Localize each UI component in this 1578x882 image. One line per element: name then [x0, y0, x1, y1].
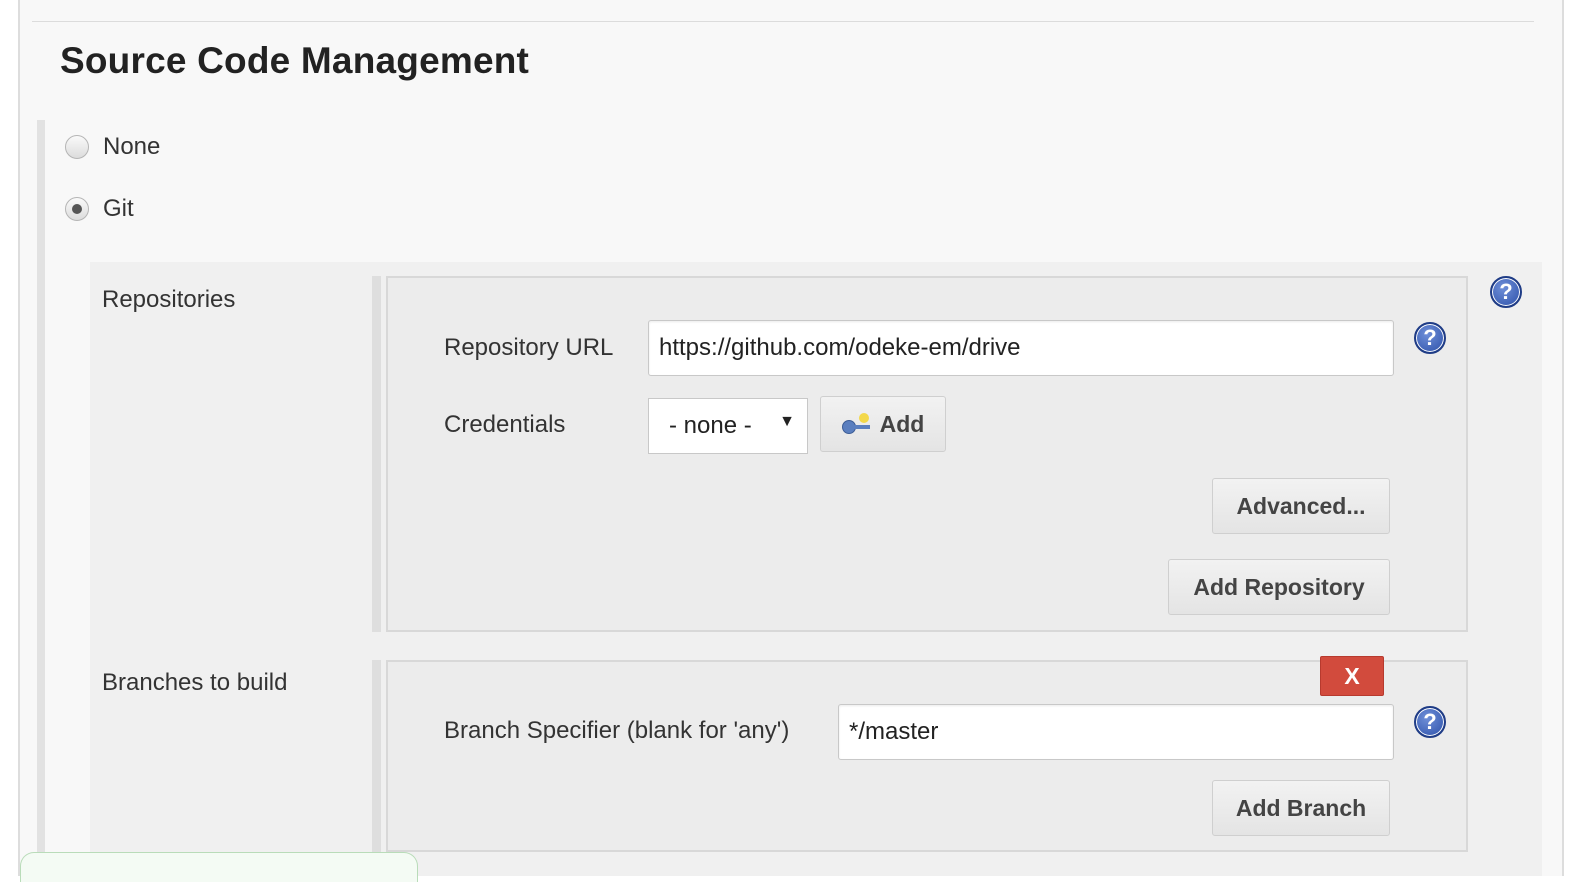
branches-to-build-label: Branches to build — [102, 669, 288, 696]
git-radio-label: Git — [103, 195, 134, 222]
add-repository-button[interactable]: Add Repository — [1168, 559, 1390, 615]
bottom-tab-edge — [20, 852, 418, 882]
repository-url-help-icon[interactable]: ? — [1414, 322, 1446, 354]
scm-option-none[interactable]: None — [65, 130, 160, 164]
add-credentials-button[interactable]: Add — [820, 396, 946, 452]
delete-branch-button[interactable]: X — [1320, 656, 1384, 696]
repository-entry: Repository URL ? Credentials - none - ▼ … — [386, 276, 1468, 632]
scm-nest-bar — [37, 120, 45, 876]
credentials-select[interactable]: - none - ▼ — [648, 398, 808, 454]
caret-down-icon: ▼ — [779, 413, 795, 430]
add-branch-button[interactable]: Add Branch — [1212, 780, 1390, 836]
branch-specifier-help-icon[interactable]: ? — [1414, 706, 1446, 738]
repository-url-input[interactable] — [648, 320, 1394, 376]
repositories-help-icon[interactable]: ? — [1490, 276, 1522, 308]
repositories-group-bar — [372, 276, 381, 632]
none-radio[interactable] — [65, 135, 89, 159]
branches-group-bar — [372, 660, 381, 852]
branch-entry: X Branch Specifier (blank for 'any') ? A… — [386, 656, 1468, 852]
branch-specifier-input[interactable] — [838, 704, 1394, 760]
none-radio-label: None — [103, 133, 161, 160]
section-title: Source Code Management — [60, 40, 530, 81]
branch-specifier-label: Branch Specifier (blank for 'any') — [444, 717, 790, 744]
scm-option-git[interactable]: Git — [65, 192, 134, 226]
repositories-label: Repositories — [102, 286, 236, 313]
repository-url-label: Repository URL — [444, 334, 614, 361]
credentials-label: Credentials — [444, 411, 566, 438]
credentials-selected-value: - none - — [669, 412, 752, 439]
config-page: Source Code Management None Git Reposito… — [18, 0, 1564, 882]
top-divider — [32, 21, 1534, 22]
git-radio[interactable] — [65, 197, 89, 221]
advanced-button[interactable]: Advanced... — [1212, 478, 1390, 534]
add-credentials-label: Add — [879, 410, 925, 437]
key-icon — [841, 413, 876, 435]
